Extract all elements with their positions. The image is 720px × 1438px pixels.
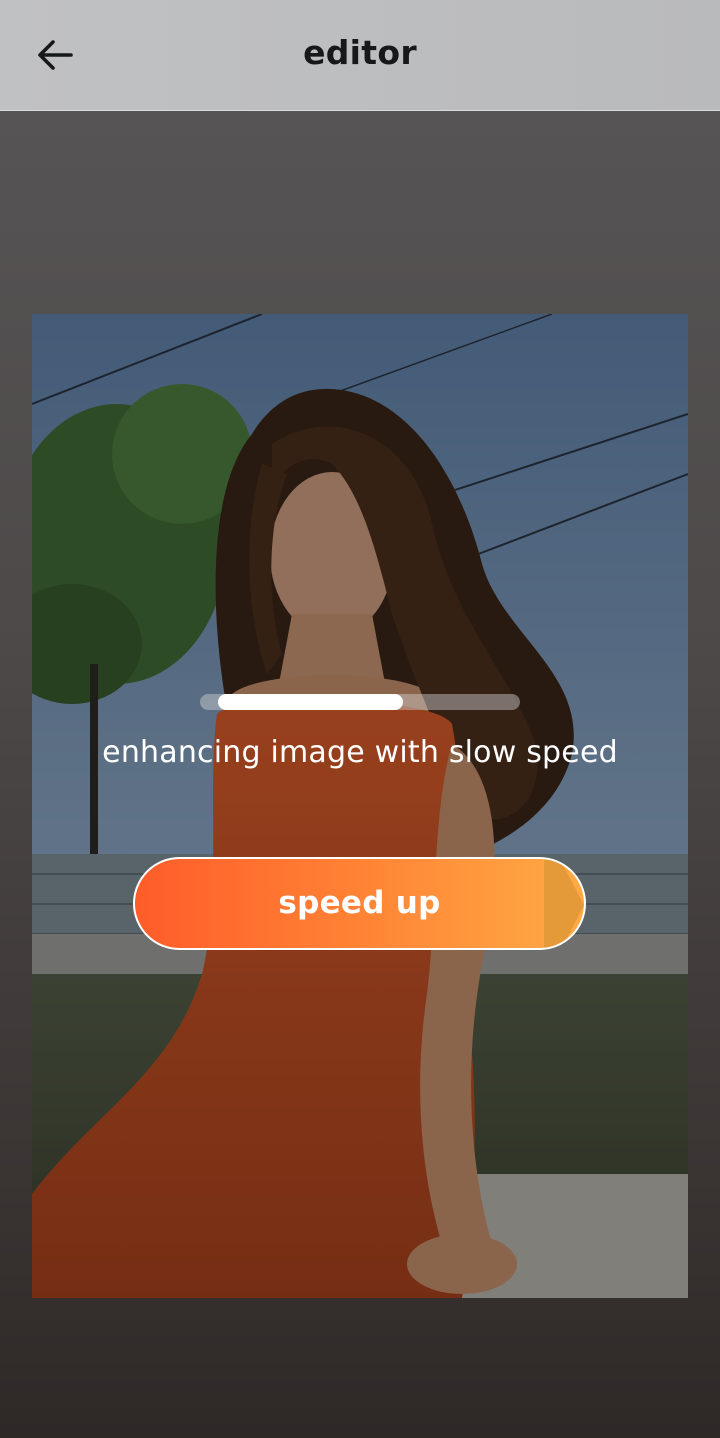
enhance-progress-fill [218,694,403,710]
enhance-progress-bar [200,694,520,710]
top-bar: editor [0,0,720,111]
preview-image [32,314,688,1298]
page-title: editor [303,33,417,72]
speed-up-label: speed up [278,885,441,921]
speed-up-button[interactable]: speed up [133,857,586,950]
preview-dim-overlay [32,314,688,1298]
enhance-status-text: enhancing image with slow speed [102,735,618,770]
